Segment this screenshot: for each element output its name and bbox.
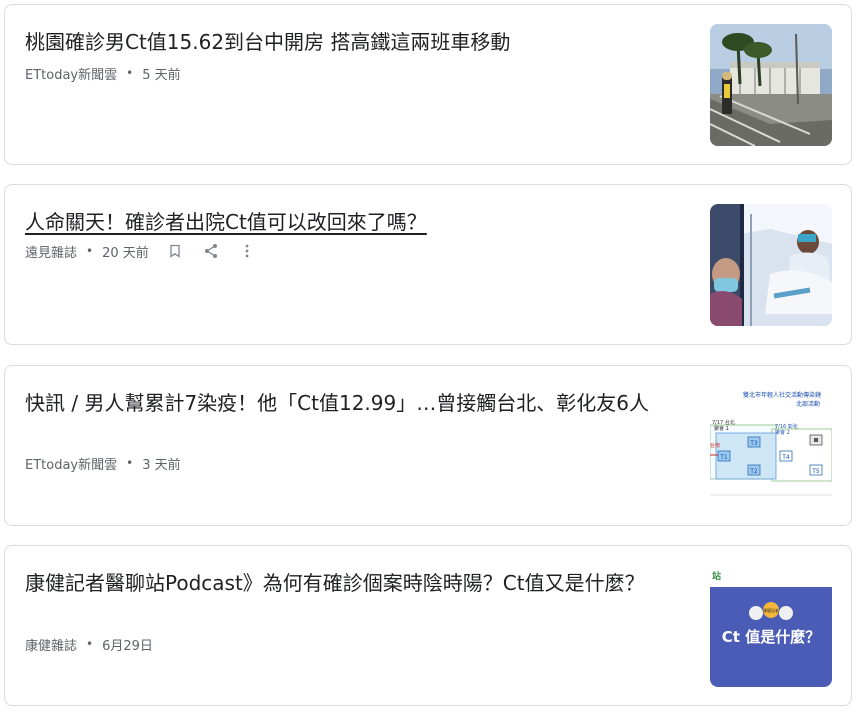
news-card-2[interactable]: 人命關天！確診者出院Ct值可以改回來了嗎？ 遠見雜誌 • 20 天前: [4, 184, 852, 345]
article-time: 6月29日: [102, 638, 153, 654]
article-time: 20 天前: [102, 245, 149, 261]
diagram-header: 雙北市年輕人社交活動傳染鏈: [743, 391, 821, 399]
svg-text:聚會 1: 聚會 1: [714, 425, 729, 432]
article-source: ETtoday新聞雲: [25, 457, 118, 473]
svg-text:T5: T5: [811, 468, 820, 475]
news-card-3[interactable]: 快訊 / 男人幫累計7染疫！他「Ct值12.99」…曾接觸台北、彰化友6人 ET…: [4, 365, 852, 526]
article-thumbnail[interactable]: [710, 204, 832, 326]
svg-text:T2: T2: [749, 468, 758, 475]
article-thumbnail[interactable]: 站 康健記者 Ct 值是什麼？: [710, 565, 832, 687]
svg-text:T4: T4: [781, 454, 790, 461]
share-icon[interactable]: [201, 241, 221, 261]
article-title[interactable]: 人命關天！確診者出院Ct值可以改回來了嗎？: [25, 207, 685, 238]
more-vert-icon[interactable]: [237, 241, 257, 261]
article-meta: ETtoday新聞雲 • 3 天前: [25, 453, 181, 473]
svg-text:台南: 台南: [710, 442, 720, 449]
podcast-headline: Ct 值是什麼？: [722, 628, 820, 646]
bookmark-icon[interactable]: [165, 241, 185, 261]
svg-text:7/16 彰化: 7/16 彰化: [775, 423, 798, 430]
article-meta: ETtoday新聞雲 • 5 天前: [25, 63, 181, 83]
svg-text:站: 站: [712, 570, 721, 582]
news-card-4[interactable]: 康健記者醫聊站Podcast》為何有確診個案時陰時陽？Ct值又是什麼？ 康健雜誌…: [4, 545, 852, 706]
article-meta: 康健雜誌 • 6月29日: [25, 634, 153, 654]
diagram-subheader: 北部活動: [796, 400, 820, 408]
svg-text:聚會 2: 聚會 2: [775, 429, 790, 436]
article-source: 康健雜誌: [25, 638, 78, 654]
article-meta: 遠見雜誌 • 20 天前: [25, 241, 257, 261]
svg-text:T1: T1: [719, 454, 728, 461]
svg-text:T3: T3: [749, 440, 758, 447]
article-source: ETtoday新聞雲: [25, 67, 118, 83]
news-card-1[interactable]: 桃園確診男Ct值15.62到台中開房 搭高鐵這兩班車移動 ETtoday新聞雲 …: [4, 4, 852, 165]
article-source: 遠見雜誌: [25, 245, 78, 261]
article-title[interactable]: 快訊 / 男人幫累計7染疫！他「Ct值12.99」…曾接觸台北、彰化友6人: [25, 388, 685, 419]
article-time: 3 天前: [142, 457, 181, 473]
article-title[interactable]: 桃園確診男Ct值15.62到台中開房 搭高鐵這兩班車移動: [25, 27, 685, 58]
article-time: 5 天前: [142, 67, 181, 83]
article-thumbnail[interactable]: [710, 24, 832, 146]
article-title[interactable]: 康健記者醫聊站Podcast》為何有確診個案時陰時陽？Ct值又是什麼？: [25, 568, 685, 599]
svg-text:7/17 台北: 7/17 台北: [712, 419, 735, 426]
svg-text:康健記者: 康健記者: [763, 607, 779, 613]
article-thumbnail[interactable]: 雙北市年輕人社交活動傳染鏈 北部活動 7/17 台北 聚會 1 7/16 彰化 …: [710, 385, 832, 507]
